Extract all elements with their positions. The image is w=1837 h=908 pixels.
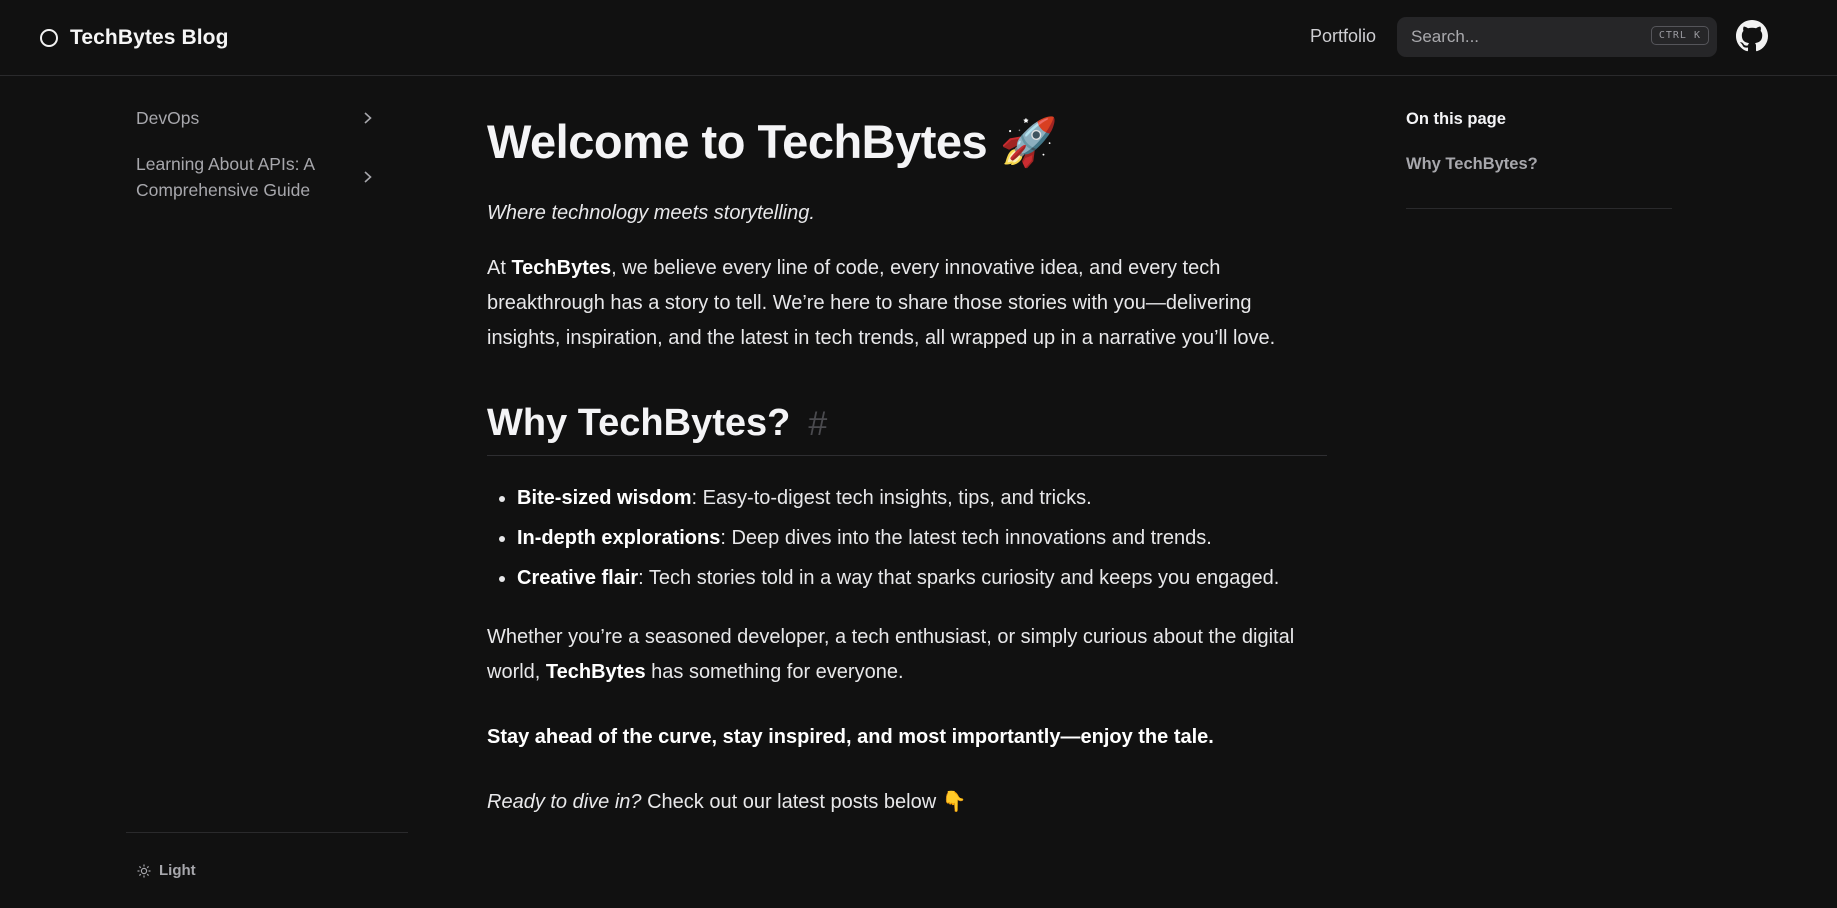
table-of-contents: On this page Why TechBytes?	[1406, 110, 1672, 209]
section-heading-row: Why TechBytes? #	[487, 402, 1327, 456]
cta-text: Check out our latest posts below	[641, 791, 937, 813]
search-box[interactable]: CTRL K	[1397, 17, 1717, 57]
rocket-emoji-icon: 🚀	[999, 115, 1059, 168]
tagline: Where technology meets storytelling.	[487, 202, 815, 224]
cta-italic: Ready to dive in?	[487, 791, 642, 813]
feature-text: : Tech stories told in a way that sparks…	[638, 567, 1280, 589]
chevron-right-icon	[364, 112, 372, 124]
closing-text: Stay ahead of the curve, stay inspired, …	[487, 726, 1214, 748]
toc-title: On this page	[1406, 110, 1506, 128]
sidebar-item-label: DevOps	[136, 108, 200, 128]
search-shortcut-badge: CTRL K	[1650, 26, 1709, 45]
closing-paragraph: Stay ahead of the curve, stay inspired, …	[487, 720, 1327, 755]
feature-list: Bite-sized wisdom: Easy-to-digest tech i…	[487, 478, 1327, 598]
feature-title: Bite-sized wisdom	[517, 487, 692, 509]
cta-paragraph: Ready to dive in? Check out our latest p…	[487, 785, 1327, 820]
site-logo-link[interactable]: TechBytes Blog	[40, 25, 229, 51]
audience-paragraph: Whether you’re a seasoned developer, a t…	[487, 620, 1327, 690]
audience-suffix: has something for everyone.	[645, 661, 904, 683]
toc-divider	[1406, 208, 1672, 209]
heading-anchor-link[interactable]: #	[808, 405, 827, 444]
feature-title: In-depth explorations	[517, 527, 721, 549]
logo-circle-icon	[40, 29, 58, 47]
intro-brand: TechBytes	[511, 257, 612, 279]
sun-icon	[137, 864, 151, 877]
list-item: Bite-sized wisdom: Easy-to-digest tech i…	[517, 478, 1327, 518]
site-title: TechBytes Blog	[70, 26, 229, 49]
pointing-down-emoji-icon: 👇	[941, 791, 967, 813]
github-icon[interactable]	[1736, 20, 1768, 52]
feature-text: : Easy-to-digest tech insights, tips, an…	[691, 487, 1092, 509]
page-title: Welcome to TechBytes 🚀	[487, 112, 1327, 172]
chevron-right-icon	[364, 171, 372, 183]
list-item: In-depth explorations: Deep dives into t…	[517, 518, 1327, 558]
search-input[interactable]	[1411, 27, 1641, 47]
intro-prefix: At	[487, 257, 512, 279]
sidebar-item-label: Learning About APIs: A Comprehensive Gui…	[136, 154, 315, 200]
sidebar-item-learning-apis[interactable]: Learning About APIs: A Comprehensive Gui…	[136, 151, 386, 203]
nav-portfolio-link[interactable]: Portfolio	[1310, 26, 1376, 47]
page-title-text: Welcome to TechBytes	[487, 115, 988, 168]
toc-link-why-techbytes[interactable]: Why TechBytes?	[1406, 155, 1672, 174]
feature-title: Creative flair	[517, 567, 639, 589]
intro-paragraph: At TechBytes, we believe every line of c…	[487, 251, 1327, 356]
main-content: Welcome to TechBytes 🚀 Where technology …	[487, 112, 1327, 820]
sidebar-divider	[126, 832, 408, 833]
sidebar-item-devops[interactable]: DevOps	[136, 105, 386, 131]
theme-toggle-button[interactable]: Light	[137, 862, 196, 879]
section-heading: Why TechBytes?	[487, 402, 791, 444]
list-item: Creative flair: Tech stories told in a w…	[517, 558, 1327, 598]
audience-brand: TechBytes	[545, 661, 646, 683]
feature-text: : Deep dives into the latest tech innova…	[720, 527, 1212, 549]
top-navbar: TechBytes Blog Portfolio CTRL K	[0, 0, 1837, 76]
theme-toggle-label: Light	[159, 862, 196, 879]
